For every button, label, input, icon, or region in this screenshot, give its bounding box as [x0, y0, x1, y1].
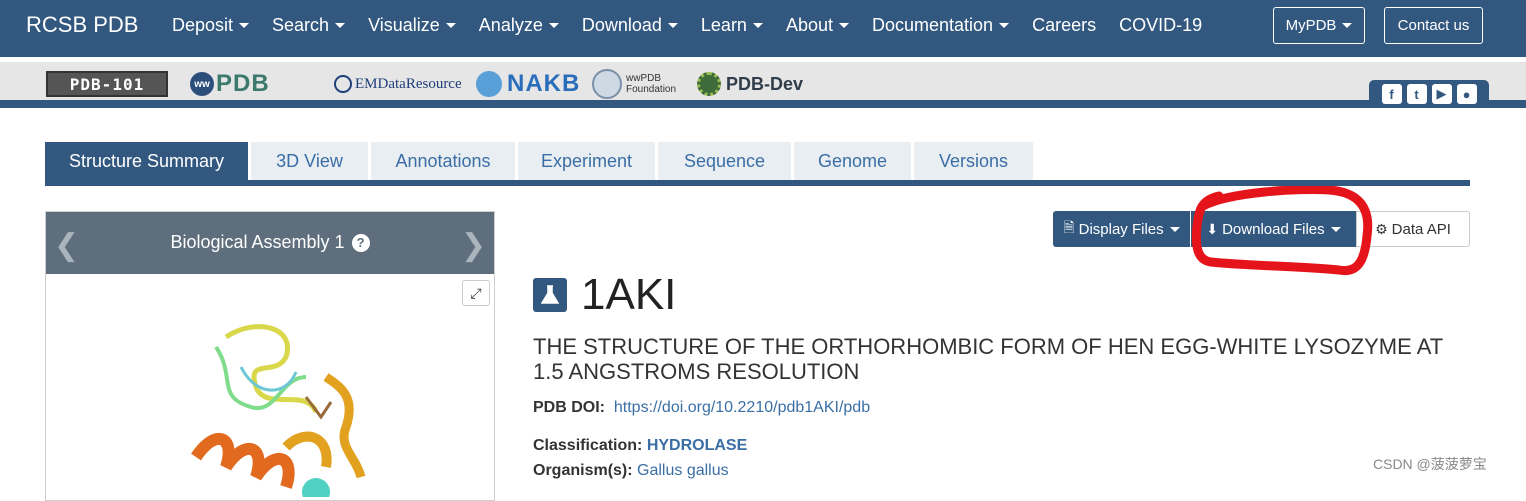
gear-icon: ⚙ — [1375, 220, 1388, 237]
chevron-down-icon — [752, 22, 763, 28]
chevron-down-icon — [335, 22, 346, 28]
nav-learn[interactable]: Learn — [701, 15, 763, 36]
assembly-panel: ❮ Biological Assembly 1? ❯ ⤢ — [45, 211, 495, 501]
file-icon: 🗎 — [1063, 219, 1075, 235]
social-links: f t ▶ ● — [1369, 80, 1489, 108]
tab-annotations[interactable]: Annotations — [371, 142, 515, 180]
classification-link[interactable]: HYDROLASE — [647, 437, 747, 454]
display-files-button[interactable]: 🗎 Display Files — [1053, 211, 1190, 247]
tab-sequence[interactable]: Sequence — [658, 142, 791, 180]
nav-analyze[interactable]: Analyze — [479, 15, 559, 36]
nav-deposit[interactable]: Deposit — [172, 15, 250, 36]
chevron-down-icon — [445, 22, 456, 28]
emdataresource-logo[interactable]: EMDataResource — [334, 70, 462, 98]
wwpdb-logo[interactable]: ww PDB — [190, 70, 270, 98]
wwpdb-foundation-logo[interactable]: wwPDB Foundation — [592, 69, 676, 99]
github-icon[interactable]: ● — [1456, 84, 1477, 104]
pdb101-logo[interactable]: PDB-101 — [46, 71, 168, 97]
molecule-image[interactable] — [156, 317, 416, 497]
chevron-down-icon — [548, 22, 559, 28]
youtube-icon[interactable]: ▶ — [1431, 84, 1452, 104]
globe-icon — [334, 75, 352, 93]
nav-search[interactable]: Search — [272, 15, 346, 36]
entry-id: 1AKI — [581, 270, 677, 319]
chevron-down-icon — [1342, 23, 1353, 28]
flask-icon — [533, 278, 567, 312]
doi-link[interactable]: https://doi.org/10.2210/pdb1AKI/pdb — [614, 399, 870, 416]
entry-description: THE STRUCTURE OF THE ORTHORHOMBIC FORM O… — [533, 334, 1443, 384]
assembly-title: Biological Assembly 1 — [170, 232, 345, 252]
nav-about[interactable]: About — [786, 15, 849, 36]
organism-link[interactable]: Gallus gallus — [637, 462, 729, 479]
tab-experiment[interactable]: Experiment — [518, 142, 655, 180]
pdbdev-emblem-icon — [697, 72, 721, 96]
facebook-icon[interactable]: f — [1381, 84, 1402, 104]
chevron-down-icon — [239, 22, 250, 28]
structure-tabs: Structure Summary 3D View Annotations Ex… — [45, 142, 1036, 180]
tab-versions[interactable]: Versions — [914, 142, 1033, 180]
watermark: CSDN @菠菠萝宝 — [1373, 456, 1487, 472]
contact-us-button[interactable]: Contact us — [1384, 7, 1483, 44]
chevron-down-icon — [999, 22, 1010, 28]
chevron-down-icon — [667, 22, 678, 28]
assembly-panel-header: ❮ Biological Assembly 1? ❯ — [46, 212, 494, 274]
doi-row: PDB DOI: https://doi.org/10.2210/pdb1AKI… — [533, 399, 871, 416]
nav-careers[interactable]: Careers — [1032, 15, 1096, 36]
help-icon[interactable]: ? — [351, 234, 370, 252]
chevron-right-icon[interactable]: ❯ — [461, 228, 486, 263]
nakb-logo[interactable]: NAKB — [476, 70, 580, 98]
highlight-annotation — [1191, 186, 1373, 276]
chevron-down-icon — [839, 22, 849, 28]
expand-icon[interactable]: ⤢ — [462, 280, 490, 306]
tab-structure-summary[interactable]: Structure Summary — [45, 142, 248, 180]
mypdb-button[interactable]: MyPDB — [1273, 7, 1365, 44]
globe-icon: ww — [190, 72, 214, 96]
main-menu: Deposit Search Visualize Analyze Downloa… — [172, 0, 1225, 50]
nav-covid19[interactable]: COVID-19 — [1119, 15, 1202, 36]
nav-documentation[interactable]: Documentation — [872, 15, 1010, 36]
partner-logo-bar: PDB-101 ww PDB EMDataResource NAKB wwPDB F… — [0, 57, 1526, 108]
nakb-emblem-icon — [476, 71, 502, 97]
tab-genome[interactable]: Genome — [794, 142, 911, 180]
nav-download[interactable]: Download — [582, 15, 678, 36]
seal-icon — [592, 69, 622, 99]
twitter-icon[interactable]: t — [1406, 84, 1427, 104]
pdb-dev-logo[interactable]: PDB-Dev — [697, 70, 803, 98]
top-navbar: RCSB PDB Deposit Search Visualize Analyz… — [0, 0, 1526, 57]
brand-logo[interactable]: RCSB PDB — [26, 12, 138, 38]
chevron-down-icon — [1169, 226, 1180, 232]
tab-3d-view[interactable]: 3D View — [251, 142, 368, 180]
classification-row: Classification: HYDROLASE — [533, 437, 748, 454]
nav-visualize[interactable]: Visualize — [368, 15, 456, 36]
organism-row: Organism(s): Gallus gallus — [533, 462, 729, 479]
